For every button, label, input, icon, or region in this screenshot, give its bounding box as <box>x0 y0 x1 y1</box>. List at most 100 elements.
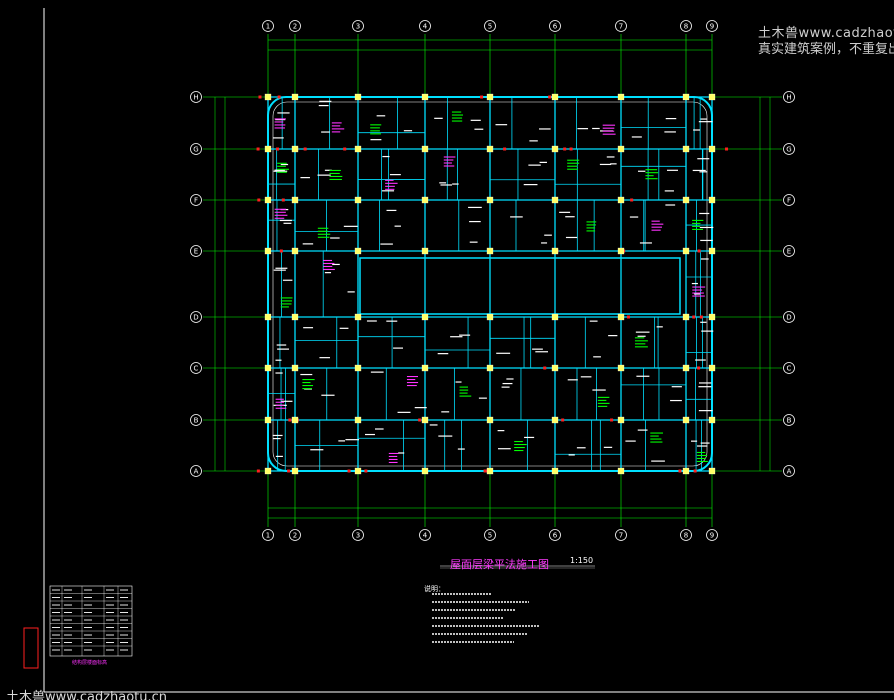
axis-bubble-right-H-label: H <box>786 94 791 102</box>
column <box>682 416 690 424</box>
column <box>264 247 272 255</box>
hatch-mark <box>548 95 552 99</box>
column <box>682 467 690 475</box>
axis-bubble-bottom-9-label: 9 <box>710 532 714 540</box>
hatch-mark <box>256 147 260 151</box>
column <box>291 93 299 101</box>
column <box>617 364 625 372</box>
column <box>708 247 716 255</box>
hatch-mark <box>630 198 634 202</box>
axis-bubble-left-F-label: F <box>194 197 198 205</box>
hatch-mark <box>277 95 281 99</box>
column <box>682 196 690 204</box>
column <box>708 416 716 424</box>
hatch-mark <box>693 469 697 473</box>
axis-bubble-top-3-label: 3 <box>356 23 360 31</box>
hatch-mark <box>288 418 292 422</box>
column <box>486 196 494 204</box>
column <box>264 364 272 372</box>
column <box>421 313 429 321</box>
column <box>617 93 625 101</box>
column <box>708 313 716 321</box>
hatch-mark <box>678 469 682 473</box>
axis-bubble-left-H-label: H <box>193 94 198 102</box>
column <box>291 196 299 204</box>
hatch-mark <box>697 366 701 370</box>
column <box>291 416 299 424</box>
column <box>486 467 494 475</box>
column <box>551 416 559 424</box>
column <box>421 93 429 101</box>
axis-bubble-bottom-8-label: 8 <box>684 532 688 540</box>
axis-bubble-top-5-label: 5 <box>488 23 492 31</box>
hatch-mark <box>569 147 573 151</box>
column <box>354 93 362 101</box>
column <box>617 196 625 204</box>
column <box>617 247 625 255</box>
axis-bubble-top-8-label: 8 <box>684 23 688 31</box>
column <box>354 416 362 424</box>
column <box>486 313 494 321</box>
column <box>617 416 625 424</box>
column <box>682 145 690 153</box>
drawing-title: 屋面层梁平法施工图 <box>450 558 549 571</box>
column <box>291 313 299 321</box>
hatch-mark <box>543 366 547 370</box>
column <box>264 93 272 101</box>
axis-bubble-left-A-label: A <box>194 468 199 476</box>
column <box>708 196 716 204</box>
table-border <box>49 585 133 657</box>
column <box>551 364 559 372</box>
beam-layout <box>267 96 713 472</box>
axis-bubble-bottom-5-label: 5 <box>488 532 492 540</box>
axis-bubble-top-2-label: 2 <box>293 23 297 31</box>
axis-bubble-right-E-label: E <box>787 248 791 256</box>
column <box>682 93 690 101</box>
column <box>708 364 716 372</box>
column <box>291 364 299 372</box>
axis-bubble-right-A-label: A <box>787 468 792 476</box>
hatch-mark <box>364 469 368 473</box>
hatch-mark <box>258 95 262 99</box>
column <box>264 196 272 204</box>
axis-bubble-bottom-7-label: 7 <box>619 532 623 540</box>
table-caption: 结构层楼面标高 <box>72 659 107 666</box>
column <box>708 145 716 153</box>
column <box>421 145 429 153</box>
courtyard-opening <box>359 257 681 315</box>
hatch-mark <box>563 147 567 151</box>
column <box>551 93 559 101</box>
column <box>551 247 559 255</box>
axis-bubble-top-9-label: 9 <box>710 23 714 31</box>
column <box>486 416 494 424</box>
axis-bubble-top-6-label: 6 <box>553 23 558 31</box>
axis-bubble-right-D-label: D <box>786 314 791 322</box>
axis-bubble-left-B-label: B <box>194 417 199 425</box>
axis-bubble-right-F-label: F <box>787 197 791 205</box>
cad-viewport[interactable]: { "watermark": { "line1": "土木兽www.cadzha… <box>0 0 894 700</box>
hatch-mark <box>347 469 351 473</box>
column <box>682 313 690 321</box>
hatch-mark <box>343 147 347 151</box>
drawing-scale: 1:150 <box>570 556 594 565</box>
hatch-mark <box>692 315 696 319</box>
axis-bubble-right-G-label: G <box>786 146 791 154</box>
column <box>291 247 299 255</box>
hatch-mark <box>276 147 280 151</box>
frame-stamp <box>23 627 39 669</box>
hatch-mark <box>281 198 285 202</box>
hatch-mark <box>626 315 630 319</box>
hatch-mark <box>699 315 703 319</box>
column <box>551 196 559 204</box>
axis-bubble-bottom-3-label: 3 <box>356 532 360 540</box>
axis-bubble-top-1-label: 1 <box>266 23 270 31</box>
column <box>354 364 362 372</box>
column <box>421 196 429 204</box>
column <box>617 145 625 153</box>
axis-bubble-left-G-label: G <box>193 146 198 154</box>
column <box>617 313 625 321</box>
hatch-mark <box>287 469 291 473</box>
column <box>551 313 559 321</box>
column <box>264 313 272 321</box>
axis-bubble-left-D-label: D <box>193 314 198 322</box>
